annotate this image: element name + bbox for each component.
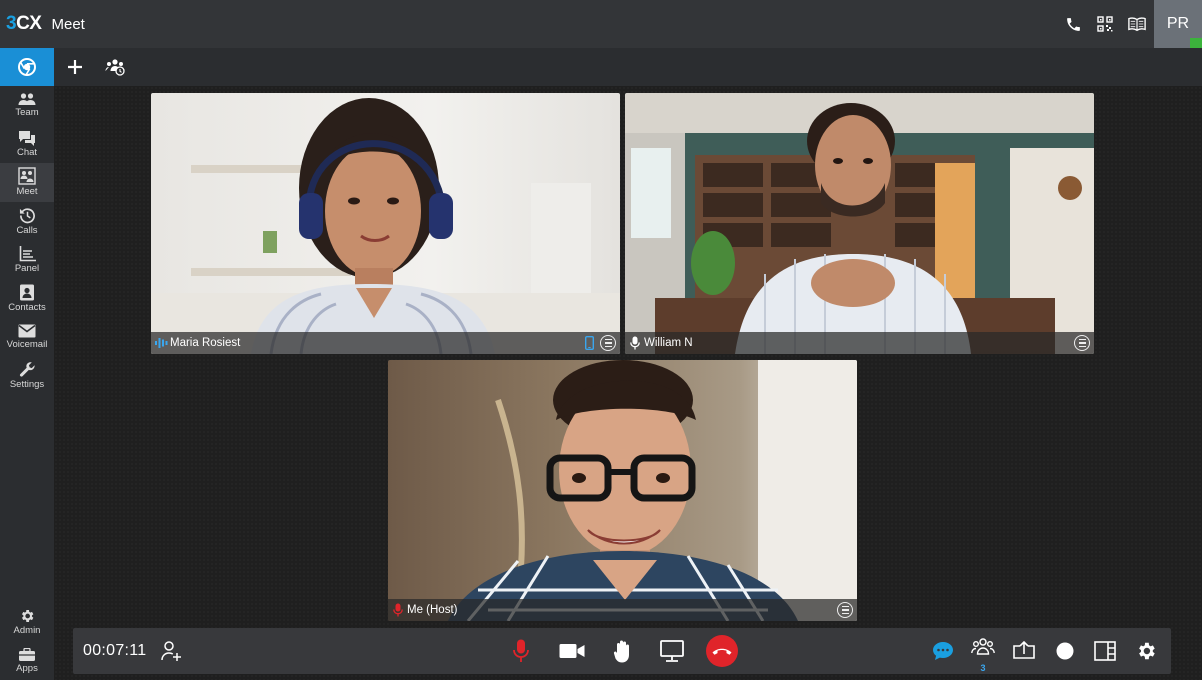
participant-label: William N <box>625 332 1094 354</box>
logo-number: 3 <box>6 13 17 34</box>
participants-button[interactable]: 3 <box>966 628 1000 674</box>
meeting-toolbar <box>54 48 1202 86</box>
sidebar-item-label: Chat <box>16 146 38 158</box>
sidebar-item-label: Contacts <box>8 301 46 313</box>
home-button[interactable] <box>0 48 54 86</box>
apps-icon <box>19 647 35 661</box>
user-avatar[interactable]: PR <box>1154 0 1202 48</box>
sidebar-item-label: Team <box>15 107 39 119</box>
home-icon <box>18 58 36 76</box>
microphone-icon <box>513 639 529 662</box>
meet-app: 3 CX Meet PR Team Chat Meet Calls Panel … <box>0 0 1202 680</box>
contacts-icon <box>20 284 34 301</box>
sidebar-item-label: Voicemail <box>6 338 48 350</box>
share-file-button[interactable] <box>1007 628 1041 674</box>
microphone-muted-icon <box>389 603 407 617</box>
app-title: Meet <box>51 15 85 33</box>
sidebar-item-contacts[interactable]: Contacts <box>0 279 54 318</box>
chat-button[interactable] <box>926 628 960 674</box>
participant-menu-icon[interactable] <box>600 335 616 351</box>
group-schedule-icon <box>105 59 125 76</box>
logo-letters: CX <box>16 13 42 34</box>
sidebar-item-label: Panel <box>14 262 40 274</box>
participant-video-tile[interactable]: Maria Rosiest <box>151 93 620 354</box>
sidebar-item-label: Settings <box>9 378 45 390</box>
qr-code-icon[interactable] <box>1096 15 1114 33</box>
hand-icon <box>613 640 629 663</box>
gear-icon <box>1139 642 1155 660</box>
voicemail-icon <box>18 324 36 338</box>
participant-video-feed <box>625 93 1094 354</box>
participant-video-tile[interactable]: William N <box>625 93 1094 354</box>
call-timer: 00:07:11 <box>83 642 147 659</box>
monitor-icon <box>660 640 684 662</box>
calls-icon <box>19 207 35 223</box>
mute-button[interactable] <box>504 628 538 674</box>
panel-icon <box>19 245 36 261</box>
participant-name: Maria Rosiest <box>170 337 241 349</box>
sidebar-item-calls[interactable]: Calls <box>0 202 54 241</box>
sidebar-item-label: Apps <box>16 662 38 674</box>
video-stage: Maria Rosiest William N Me (Host) <box>54 86 1202 680</box>
gear-icon <box>22 610 34 623</box>
participant-video-feed <box>388 360 857 621</box>
header-actions <box>1064 0 1146 48</box>
participant-video-feed <box>151 93 620 354</box>
sidebar-item-admin[interactable]: Admin <box>0 603 54 642</box>
participant-menu-icon[interactable] <box>1074 335 1090 351</box>
sidebar-item-label: Calls <box>16 224 38 236</box>
scheduled-meetings-button[interactable] <box>96 48 134 86</box>
user-initials: PR <box>1166 15 1190 32</box>
participant-menu-icon[interactable] <box>837 602 853 618</box>
sidebar-item-meet[interactable]: Meet <box>0 163 54 202</box>
record-icon <box>1056 642 1074 660</box>
chat-bubble-icon <box>933 642 953 660</box>
participant-label: Maria Rosiest <box>151 332 620 354</box>
add-user-icon <box>161 641 181 661</box>
share-screen-button[interactable] <box>655 628 689 674</box>
sidebar-item-label: Meet <box>16 186 38 198</box>
raise-hand-button[interactable] <box>606 628 640 674</box>
participant-video-tile[interactable]: Me (Host) <box>388 360 857 621</box>
microphone-icon <box>626 336 644 350</box>
sidebar-item-team[interactable]: Team <box>0 86 54 125</box>
phone-icon[interactable] <box>1064 15 1082 33</box>
speaking-indicator-icon <box>152 337 170 349</box>
new-meeting-button[interactable] <box>56 48 94 86</box>
mobile-device-icon <box>584 335 594 353</box>
sidebar-bottom: Admin Apps <box>0 603 54 680</box>
call-controls: 00:07:11 3 <box>73 628 1171 674</box>
meet-icon <box>18 167 36 186</box>
participant-label: Me (Host) <box>388 599 857 621</box>
sidebar-item-panel[interactable]: Panel <box>0 240 54 279</box>
participant-name: William N <box>644 337 693 349</box>
layout-icon <box>1094 641 1116 661</box>
participant-name: Me (Host) <box>407 604 458 616</box>
presence-indicator <box>1190 38 1202 48</box>
plus-icon <box>68 60 82 74</box>
participants-icon <box>971 638 995 655</box>
sidebar-item-apps[interactable]: Apps <box>0 641 54 680</box>
upload-share-icon <box>1013 641 1035 659</box>
layout-button[interactable] <box>1088 628 1122 674</box>
team-icon <box>18 93 36 106</box>
video-camera-icon <box>559 644 585 658</box>
chat-icon <box>19 130 35 146</box>
3cx-logo[interactable]: 3 CX <box>6 13 42 35</box>
record-button[interactable] <box>1048 628 1082 674</box>
wrench-icon <box>19 362 35 377</box>
add-participant-button[interactable] <box>155 628 189 674</box>
sidebar-item-label: Admin <box>13 625 41 637</box>
hang-up-button[interactable] <box>705 628 739 674</box>
sidebar-item-settings[interactable]: Settings <box>0 356 54 395</box>
sidebar-item-voicemail[interactable]: Voicemail <box>0 318 54 357</box>
sidebar-item-chat[interactable]: Chat <box>0 125 54 164</box>
hang-up-icon <box>706 635 738 667</box>
settings-button[interactable] <box>1129 628 1163 674</box>
book-icon[interactable] <box>1128 15 1146 33</box>
camera-button[interactable] <box>555 628 589 674</box>
sidebar: Team Chat Meet Calls Panel Contacts Voic… <box>0 48 54 680</box>
participant-count-badge: 3 <box>980 663 986 673</box>
header-bar: 3 CX Meet PR <box>0 0 1202 48</box>
